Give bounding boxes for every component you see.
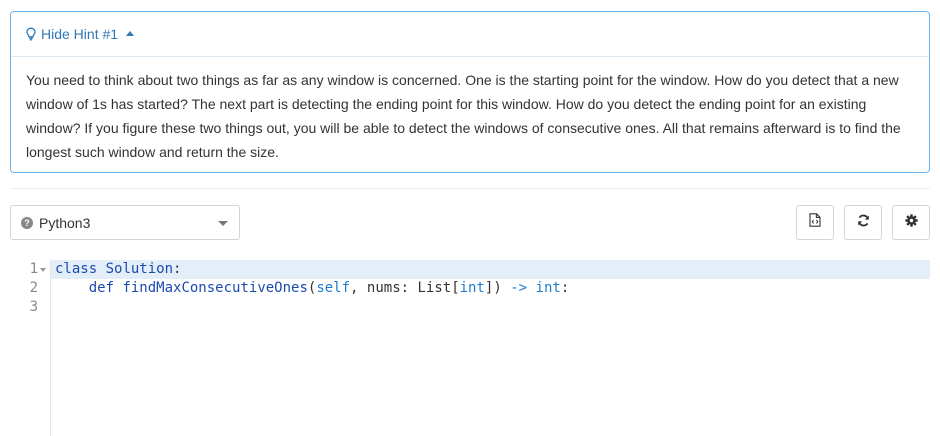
keyword: class (55, 261, 98, 277)
punctuation: : (173, 261, 182, 277)
code-template-button[interactable] (796, 205, 834, 240)
gear-icon (904, 213, 918, 232)
params-text: , nums: List[ (350, 280, 460, 296)
keyword: def (88, 280, 115, 296)
question-circle-icon: ? (21, 216, 33, 229)
refresh-icon (857, 214, 870, 232)
caret-up-icon (126, 31, 135, 36)
hint-panel: Hide Hint #1 You need to think about two… (10, 11, 930, 173)
hint-toggle[interactable]: Hide Hint #1 (11, 12, 929, 57)
editor-settings-button[interactable] (892, 205, 930, 240)
punctuation: : (560, 280, 570, 296)
language-value: Python3 (39, 214, 91, 231)
class-name: Solution (105, 261, 174, 277)
reset-code-button[interactable] (844, 205, 882, 240)
return-arrow: -> (510, 280, 528, 296)
punctuation: ]) (484, 280, 511, 296)
code-line[interactable] (10, 298, 930, 317)
type-name: int (459, 280, 485, 296)
self-param: self (316, 280, 351, 296)
lightbulb-icon (25, 27, 37, 41)
hint-text: You need to think about two things as fa… (26, 72, 901, 160)
code-file-icon (809, 213, 821, 232)
language-select[interactable]: ? Python3 (10, 205, 240, 240)
code-line[interactable]: class Solution: (10, 260, 930, 279)
code-line[interactable]: def findMaxConsecutiveOnes(self, nums: L… (10, 279, 930, 298)
section-divider (10, 188, 930, 189)
chevron-down-icon (218, 221, 228, 226)
function-name: findMaxConsecutiveOnes (122, 280, 308, 296)
type-name: int (535, 280, 561, 296)
hint-title: Hide Hint #1 (41, 26, 119, 42)
code-editor[interactable]: 1 2 3 class Solution: def findMaxConsecu… (10, 259, 940, 436)
